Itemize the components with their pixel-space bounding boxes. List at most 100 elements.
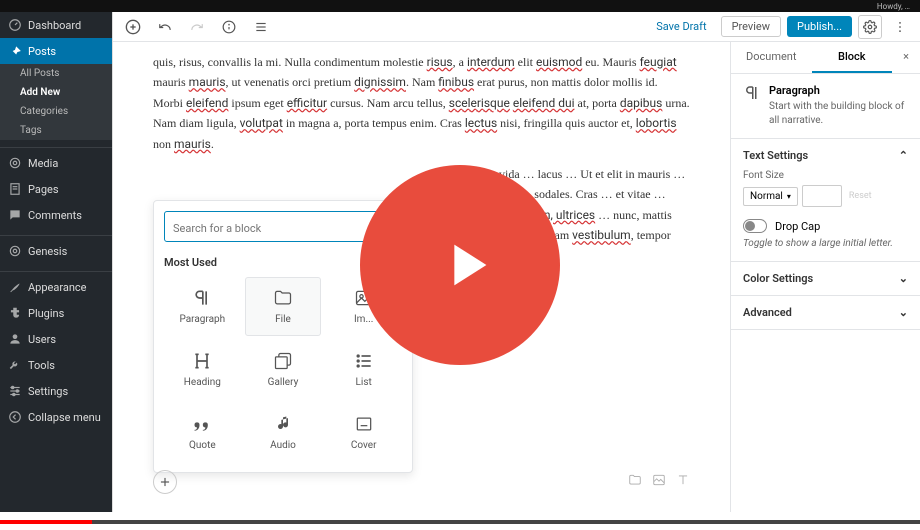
block-option-label: Paragraph	[179, 314, 225, 325]
tab-block[interactable]: Block	[812, 42, 893, 73]
block-option-label: Heading	[184, 377, 221, 388]
sidebar-item-plugins[interactable]: Plugins	[0, 300, 112, 326]
drop-cap-toggle[interactable]	[743, 219, 767, 233]
paragraph-icon	[743, 84, 761, 102]
sidebar-item-tools[interactable]: Tools	[0, 352, 112, 378]
page-icon	[8, 182, 22, 196]
media-icon	[8, 156, 22, 170]
sidebar-item-dashboard[interactable]: Dashboard	[0, 12, 112, 38]
sidebar-item-pages[interactable]: Pages	[0, 176, 112, 202]
block-option-list[interactable]: List	[325, 340, 402, 399]
sidebar-item-collapse-menu[interactable]: Collapse menu	[0, 404, 112, 430]
brush-icon	[8, 280, 22, 294]
sidebar-item-all-posts[interactable]: All Posts	[0, 64, 112, 83]
font-size-label: Font Size	[743, 170, 908, 181]
publish-button[interactable]: Publish...	[787, 16, 852, 37]
quote-icon	[192, 414, 212, 434]
heading-icon	[192, 351, 212, 371]
info-button[interactable]	[217, 15, 241, 39]
cover-icon	[354, 414, 374, 434]
sidebar-item-users[interactable]: Users	[0, 326, 112, 352]
sidebar-item-label: Appearance	[28, 281, 87, 294]
dashboard-icon	[8, 18, 22, 32]
inline-block-toolbar	[628, 473, 690, 487]
paragraph-block[interactable]: quis, risus, convallis la mi. Nulla cond…	[143, 52, 700, 154]
block-option-label: Im...	[354, 314, 373, 325]
drop-cap-description: Toggle to show a large initial letter.	[743, 237, 908, 251]
sidebar-item-categories[interactable]: Categories	[0, 102, 112, 121]
sidebar-item-add-new[interactable]: Add New	[0, 83, 112, 102]
user-icon	[8, 332, 22, 346]
settings-panel: Document Block × Paragraph Start with th…	[730, 42, 920, 512]
image-icon[interactable]	[652, 473, 666, 487]
folder-icon[interactable]	[628, 473, 642, 487]
redo-button[interactable]	[185, 15, 209, 39]
block-option-cover[interactable]: Cover	[325, 403, 402, 462]
add-block-button[interactable]	[121, 15, 145, 39]
sidebar-item-genesis[interactable]: Genesis	[0, 238, 112, 264]
block-option-label: Cover	[351, 440, 377, 451]
sidebar-item-posts[interactable]: Posts	[0, 38, 112, 64]
sidebar-item-label: All Posts	[20, 68, 59, 79]
block-option-label: Audio	[270, 440, 296, 451]
chevron-down-icon: ⌄	[899, 272, 908, 285]
font-size-number-input[interactable]	[802, 185, 842, 207]
sidebar-item-label: Collapse menu	[28, 411, 101, 424]
browser-chrome: Howdy, …	[0, 0, 920, 12]
close-panel-button[interactable]: ×	[892, 42, 920, 73]
text-settings-toggle[interactable]: Text Settings ⌃	[743, 149, 908, 162]
block-option-label: File	[275, 314, 291, 325]
block-option-paragraph[interactable]: Paragraph	[164, 277, 241, 336]
sidebar-item-label: Pages	[28, 183, 59, 196]
sidebar-item-label: Tags	[20, 125, 42, 136]
outline-button[interactable]	[249, 15, 273, 39]
color-settings-toggle[interactable]: Color Settings ⌄	[743, 272, 908, 285]
block-option-heading[interactable]: Heading	[164, 340, 241, 399]
save-draft-button[interactable]: Save Draft	[648, 16, 714, 37]
block-option-label: Quote	[189, 440, 216, 451]
sidebar-item-comments[interactable]: Comments	[0, 202, 112, 228]
undo-button[interactable]	[153, 15, 177, 39]
preview-button[interactable]: Preview	[721, 16, 781, 37]
block-option-label: List	[356, 377, 372, 388]
more-menu-button[interactable]	[888, 15, 912, 39]
chevron-up-icon: ⌃	[899, 149, 908, 162]
sidebar-item-label: Users	[28, 333, 56, 346]
audio-icon	[273, 414, 293, 434]
block-option-file[interactable]: File	[245, 277, 322, 336]
gallery-icon	[273, 351, 293, 371]
sliders-icon	[8, 384, 22, 398]
text-icon[interactable]	[676, 473, 690, 487]
video-progress-bar[interactable]	[0, 520, 920, 524]
sidebar-item-media[interactable]: Media	[0, 150, 112, 176]
wrench-icon	[8, 358, 22, 372]
advanced-toggle[interactable]: Advanced ⌄	[743, 306, 908, 319]
video-play-button[interactable]	[360, 165, 560, 365]
sidebar-item-label: Plugins	[28, 307, 64, 320]
genesis-icon	[8, 244, 22, 258]
block-option-quote[interactable]: Quote	[164, 403, 241, 462]
admin-sidebar: Dashboard Posts All Posts Add New Categories…	[0, 12, 112, 512]
plugin-icon	[8, 306, 22, 320]
sidebar-item-appearance[interactable]: Appearance	[0, 274, 112, 300]
sidebar-item-label: Genesis	[28, 245, 67, 258]
sidebar-item-label: Dashboard	[28, 19, 81, 32]
sidebar-item-label: Categories	[20, 106, 68, 117]
sidebar-item-label: Comments	[28, 209, 82, 222]
font-size-select[interactable]: Normal ▾	[743, 187, 798, 206]
sidebar-item-tags[interactable]: Tags	[0, 121, 112, 140]
settings-gear-button[interactable]	[858, 15, 882, 39]
tab-document[interactable]: Document	[731, 42, 812, 73]
sidebar-item-label: Tools	[28, 359, 55, 372]
block-option-audio[interactable]: Audio	[245, 403, 322, 462]
file-icon	[273, 288, 293, 308]
sidebar-item-settings[interactable]: Settings	[0, 378, 112, 404]
sidebar-item-label: Settings	[28, 385, 68, 398]
block-option-gallery[interactable]: Gallery	[245, 340, 322, 399]
block-option-label: Gallery	[268, 377, 299, 388]
paragraph-icon	[192, 288, 212, 308]
comment-icon	[8, 208, 22, 222]
font-size-reset-button[interactable]: Reset	[846, 188, 875, 204]
sidebar-item-label: Add New	[20, 87, 60, 98]
add-block-inline-button[interactable]	[153, 470, 177, 494]
